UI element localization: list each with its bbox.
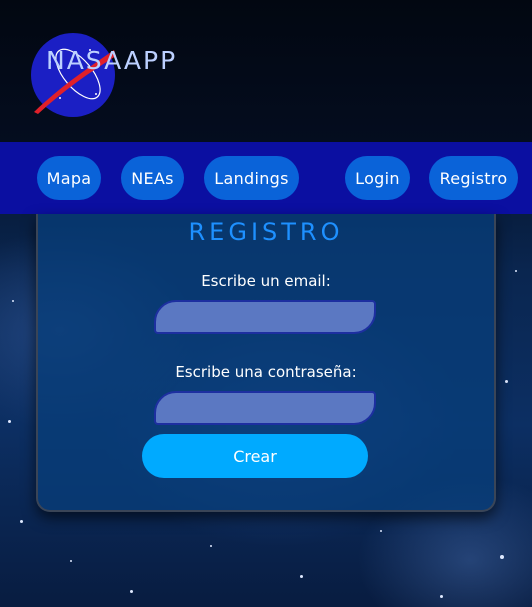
brand-name: NASAAPP: [46, 46, 178, 75]
nav-landings-button[interactable]: Landings: [204, 156, 299, 200]
register-form-card: REGISTRO Escribe un email: Escribe una c…: [36, 214, 496, 512]
password-label: Escribe una contraseña:: [175, 363, 357, 381]
email-label: Escribe un email:: [201, 272, 331, 290]
nasa-meatball-icon: [31, 33, 116, 117]
nav-login-button[interactable]: Login: [345, 156, 410, 200]
nav-neas-button[interactable]: NEAs: [121, 156, 184, 200]
main-navbar: Mapa NEAs Landings Login Registro: [0, 142, 532, 214]
create-account-button[interactable]: Crear: [142, 434, 368, 478]
nasa-logo[interactable]: NASAAPP: [22, 24, 175, 117]
header: NASAAPP: [0, 0, 532, 142]
password-field[interactable]: [154, 391, 376, 425]
email-field[interactable]: [154, 300, 376, 334]
nav-mapa-button[interactable]: Mapa: [37, 156, 101, 200]
form-title: REGISTRO: [188, 218, 344, 246]
nav-registro-button[interactable]: Registro: [429, 156, 518, 200]
